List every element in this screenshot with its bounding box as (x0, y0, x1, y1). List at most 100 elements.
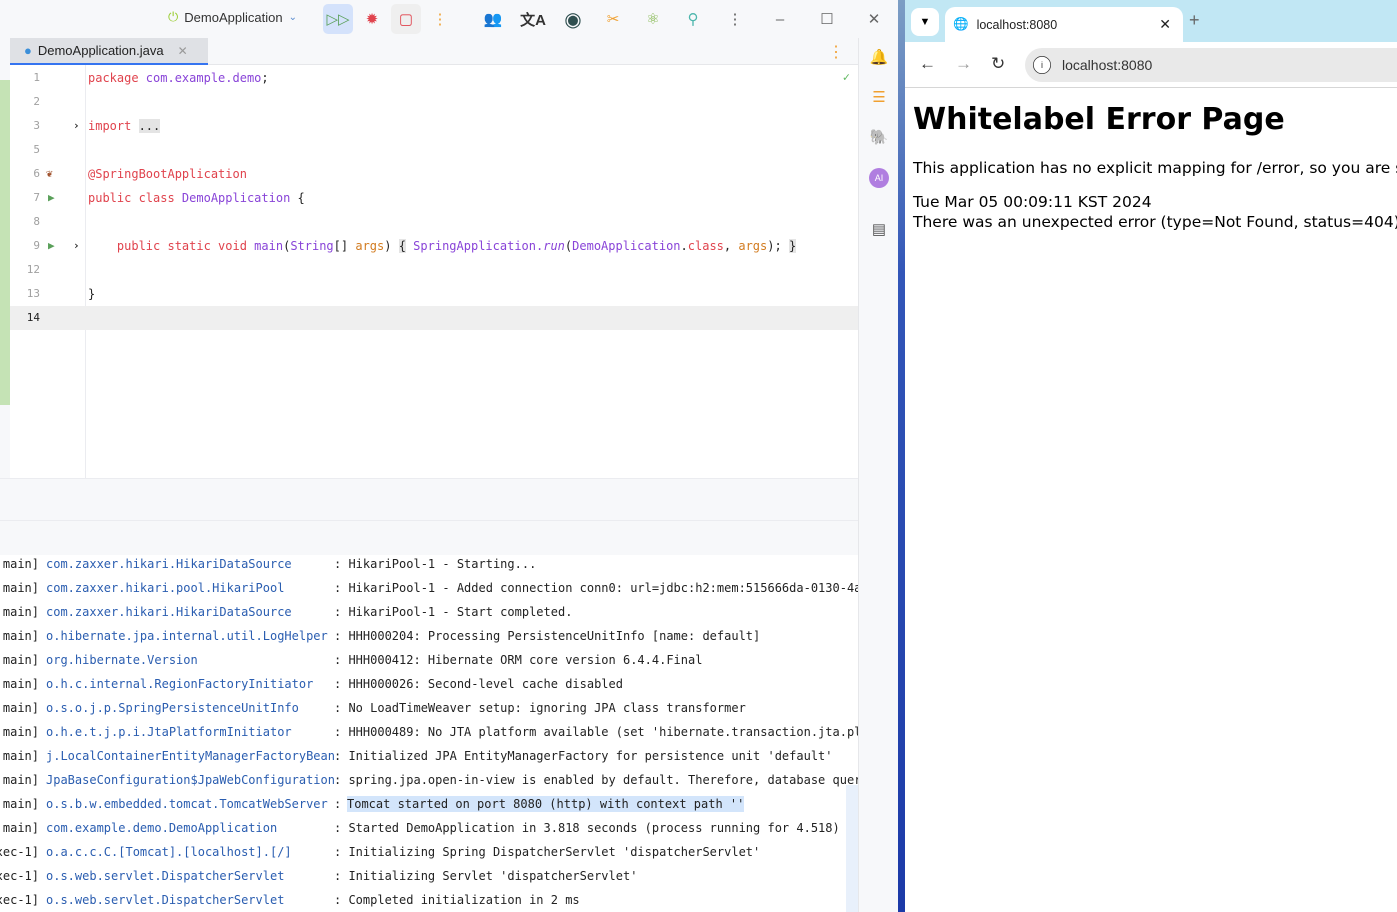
console-line: main] o.s.o.j.p.SpringPersistenceUnitInfo… (0, 700, 858, 724)
fold-chevron-icon[interactable]: › (73, 114, 80, 138)
error-description: This application has no explicit mapping… (913, 159, 1397, 177)
code-line[interactable]: 3 import ... › (10, 114, 858, 138)
tab-options-icon[interactable]: ⋮ (828, 42, 844, 62)
logger-name[interactable]: com.zaxxer.hikari.HikariDataSource (46, 604, 292, 620)
code-line[interactable]: 2 (10, 90, 858, 114)
gradle-icon[interactable]: 🐘 (869, 128, 889, 148)
code-line[interactable]: 6 @SpringBootApplication ❦ (10, 162, 858, 186)
thread-name: main] (2, 797, 39, 811)
run-console[interactable]: main] com.zaxxer.hikari.HikariDataSource:… (0, 555, 858, 912)
code-token: DemoApplication (181, 191, 298, 205)
thread-name: xec-1] (0, 869, 39, 883)
line-number: 6 (33, 167, 40, 180)
logger-name[interactable]: com.example.demo.DemoApplication (46, 820, 277, 836)
tools-icon[interactable]: ✂ (598, 4, 628, 34)
run-gutter-icon[interactable]: ▶ (48, 186, 55, 210)
console-line: main] o.h.c.internal.RegionFactoryInitiat… (0, 676, 858, 700)
thread-name: main] (2, 557, 39, 571)
stop-button[interactable]: ▢ (391, 4, 421, 34)
logger-name[interactable]: com.zaxxer.hikari.pool.HikariPool (46, 580, 284, 596)
code-line[interactable]: 14 (10, 306, 858, 330)
tab-demoapplication-java[interactable]: ● DemoApplication.java ✕ (10, 38, 208, 65)
code-line[interactable]: 7 public class DemoApplication { ▶ (10, 186, 858, 210)
logger-name[interactable]: o.s.web.servlet.DispatcherServlet (46, 868, 284, 884)
notifications-icon[interactable]: 🔔 (869, 48, 889, 68)
code-token: class (687, 239, 724, 253)
spring-bean-icon[interactable]: ❦ (46, 162, 53, 186)
rerun-button[interactable]: ▷▷ (323, 4, 353, 34)
reader-mode-icon[interactable]: ▤ (869, 220, 889, 240)
logger-name[interactable]: o.hibernate.jpa.internal.util.LogHelper (46, 628, 328, 644)
logger-name[interactable]: j.LocalContainerEntityManagerFactoryBean (46, 748, 335, 764)
code-text: public class DemoApplication { (88, 186, 305, 210)
settings-more-icon[interactable]: ⋮ (720, 4, 750, 34)
ai-assistant-icon[interactable]: AI (869, 168, 889, 188)
browser-toolbar: ← → ↻ i localhost:8080 (905, 42, 1397, 88)
reload-icon[interactable]: ↻ (991, 54, 1005, 74)
logger-name[interactable]: o.a.c.c.C.[Tomcat].[localhost].[/] (46, 844, 292, 860)
spring-icon: ⏻ (168, 9, 179, 24)
code-line[interactable]: 8 (10, 210, 858, 234)
code-token: @SpringBootApplication (88, 167, 247, 181)
close-tab-icon[interactable]: ✕ (1159, 16, 1171, 33)
search-icon[interactable]: ⚲ (678, 4, 708, 34)
code-token: String (290, 239, 334, 253)
logger-name[interactable]: o.s.web.servlet.DispatcherServlet (46, 892, 284, 908)
error-status: There was an unexpected error (type=Not … (913, 213, 1397, 231)
close-button[interactable]: ✕ (859, 4, 889, 34)
back-icon[interactable]: ← (919, 54, 936, 74)
site-info-icon[interactable]: i (1033, 56, 1051, 74)
console-line: main] com.zaxxer.hikari.HikariDataSource:… (0, 604, 858, 628)
code-line[interactable]: 5 (10, 138, 858, 162)
logger-name[interactable]: o.h.c.internal.RegionFactoryInitiator (46, 676, 313, 692)
right-tool-strip: 🔔 ☰ 🐘 AI ▤ (858, 38, 898, 912)
close-tab-icon[interactable]: ✕ (178, 44, 188, 58)
log-message: : Completed initialization in 2 ms (334, 893, 580, 907)
code-line[interactable]: 1 package com.example.demo; (10, 66, 858, 90)
thread-name: xec-1] (0, 845, 39, 859)
code-line[interactable]: 9 public static void main(String[] args)… (10, 234, 858, 258)
error-page: Whitelabel Error Page This application h… (913, 88, 1397, 231)
debug-icon[interactable]: ✹ (357, 4, 387, 34)
minimize-button[interactable]: – (765, 4, 795, 34)
new-tab-button[interactable]: + (1189, 10, 1200, 31)
logger-name[interactable]: o.h.e.t.j.p.i.JtaPlatformInitiator (46, 724, 292, 740)
tab-search-chevron-icon[interactable]: ▼ (911, 8, 939, 36)
code-token: DemoApplication (572, 239, 681, 253)
intellij-window: ⏻ DemoApplication ⌄ ▷▷ ✹ ▢ ⋮ 👥 文A ◉ ✂ ⚛ … (0, 0, 898, 912)
logger-name[interactable]: com.zaxxer.hikari.HikariDataSource (46, 556, 292, 572)
code-line[interactable]: 12 (10, 258, 858, 282)
code-token: args (738, 239, 768, 253)
atom-icon[interactable]: ⚛ (638, 4, 668, 34)
line-number: 12 (26, 263, 40, 276)
code-editor[interactable]: ✓ 1 package com.example.demo; 2 3 import ..… (10, 65, 858, 478)
code-line[interactable]: 13} (10, 282, 858, 306)
page-heading: Whitelabel Error Page (913, 102, 1285, 137)
logger-name[interactable]: JpaBaseConfiguration$JpaWebConfiguration (46, 772, 335, 788)
code-token: , (723, 239, 739, 253)
more-icon[interactable]: ⋮ (425, 4, 455, 34)
thread-name: main] (2, 629, 39, 643)
forward-icon[interactable]: → (955, 54, 972, 74)
browser-tab[interactable]: 🌐 localhost:8080 ✕ (945, 7, 1183, 42)
code-token: } (788, 239, 797, 253)
line-number: 5 (33, 143, 40, 156)
address-bar[interactable]: i localhost:8080 (1025, 48, 1397, 82)
thread-name: main] (2, 677, 39, 691)
run-gutter-icon[interactable]: ▶ (48, 234, 55, 258)
logger-name[interactable]: o.s.b.w.embedded.tomcat.TomcatWebServer (46, 796, 328, 812)
fold-chevron-icon[interactable]: › (73, 234, 80, 258)
translate-icon[interactable]: 文A (518, 4, 548, 34)
log-message: : HikariPool-1 - Starting... (334, 557, 537, 571)
maximize-button[interactable]: ☐ (812, 4, 842, 34)
line-number: 7 (33, 191, 40, 204)
users-icon[interactable]: 👥 (478, 4, 508, 34)
run-config-selector[interactable]: ⏻ DemoApplication ⌄ (168, 9, 297, 25)
logger-name[interactable]: org.hibernate.Version (46, 652, 198, 668)
browser-tab-strip: ▼ 🌐 localhost:8080 ✕ + (905, 0, 1397, 42)
log-message: : Initialized JPA EntityManagerFactory f… (334, 749, 833, 763)
logger-name[interactable]: o.s.o.j.p.SpringPersistenceUnitInfo (46, 700, 299, 716)
error-timestamp: Tue Mar 05 00:09:11 KST 2024 (913, 193, 1152, 211)
database-icon[interactable]: ☰ (869, 88, 889, 108)
record-icon[interactable]: ◉ (558, 4, 588, 34)
